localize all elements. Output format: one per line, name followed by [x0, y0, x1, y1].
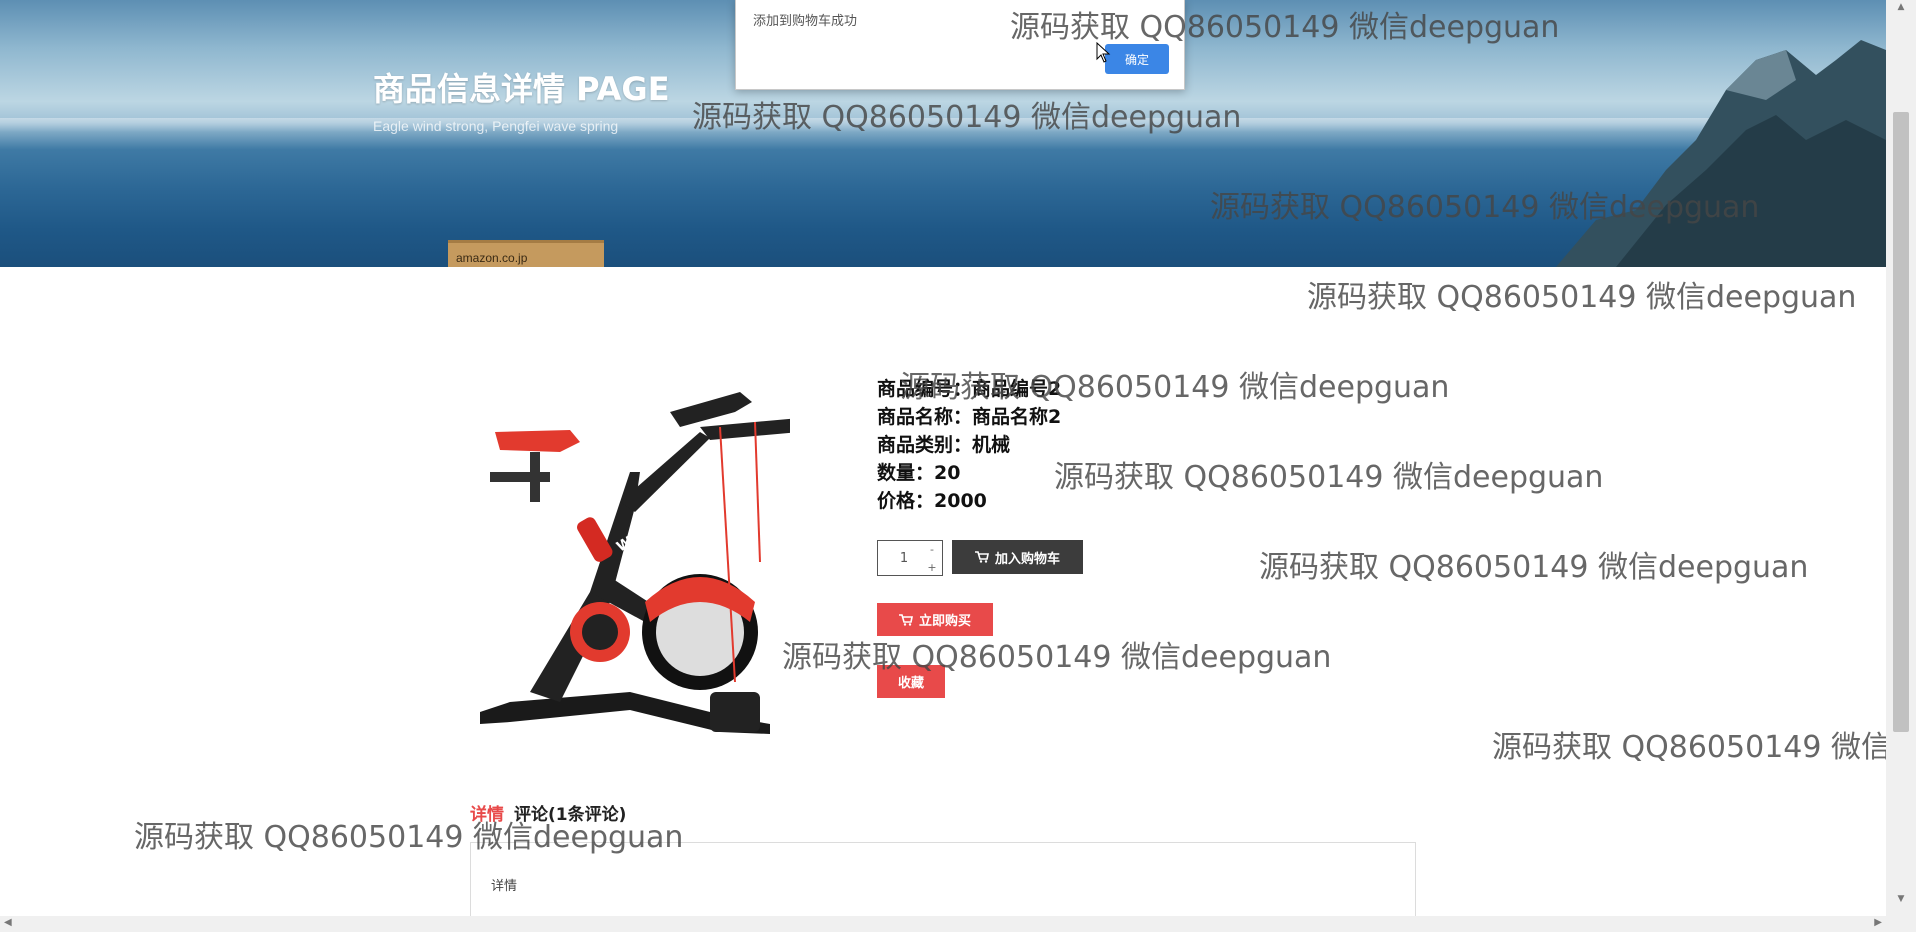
- page: amazon.co.jp 商品信息详情 PAGE Eagle wind stro…: [0, 0, 1916, 932]
- scroll-up-icon[interactable]: ▲: [1886, 2, 1916, 16]
- alert-dialog: 添加到购物车成功 确定: [735, 0, 1185, 90]
- product-image[interactable]: WNSM: [470, 372, 790, 742]
- product-info: 商品编号：商品编号2 商品名称：商品名称2 商品类别：机械 数量：20 价格：2…: [877, 375, 1061, 515]
- dialog-message: 添加到购物车成功: [753, 14, 858, 29]
- watermark-text: 源码获取 QQ86050149 微信deepguan: [1054, 460, 1604, 495]
- tab-comments[interactable]: 评论(1条评论): [514, 800, 626, 825]
- quantity-stepper: - +: [877, 540, 943, 576]
- buy-now-button[interactable]: 立即购买: [877, 603, 993, 636]
- add-to-cart-button[interactable]: 加入购物车: [952, 540, 1083, 574]
- scrollbar-thumb[interactable]: [1893, 112, 1909, 732]
- mouse-cursor-icon: [1096, 42, 1111, 63]
- page-subtitle: Eagle wind strong, Pengfei wave spring: [373, 118, 619, 134]
- favorite-button[interactable]: 收藏: [877, 665, 945, 698]
- watermark-text: 源码获取 QQ86050149 微信deepguan: [1259, 550, 1809, 585]
- scroll-left-icon[interactable]: ◀: [4, 917, 12, 928]
- product-name: 商品名称：商品名称2: [877, 406, 1062, 428]
- scroll-down-icon[interactable]: ▼: [1886, 894, 1916, 908]
- buy-now-label: 立即购买: [918, 614, 971, 629]
- vertical-scrollbar[interactable]: ▲ ▼: [1886, 0, 1916, 932]
- dialog-ok-button[interactable]: 确定: [1105, 44, 1169, 74]
- quantity-decrement[interactable]: -: [926, 543, 938, 557]
- quantity-increment[interactable]: +: [926, 561, 938, 575]
- cart-icon: [898, 613, 913, 626]
- detail-tabs: 详情 评论(1条评论): [470, 800, 626, 825]
- quantity-input[interactable]: [880, 543, 928, 573]
- cart-icon: [974, 551, 989, 563]
- product-price: 价格：2000: [877, 490, 987, 512]
- cliff-image: [1556, 40, 1886, 267]
- cardboard-box-image: amazon.co.jp: [448, 240, 604, 267]
- detail-panel-text: 详情: [491, 879, 518, 894]
- scroll-right-icon[interactable]: ▶: [1874, 917, 1882, 928]
- favorite-label: 收藏: [897, 676, 924, 691]
- watermark-text: 源码获取 QQ86050149 微信deepguan: [782, 640, 1332, 675]
- product-quantity: 数量：20: [877, 462, 961, 484]
- horizontal-scrollbar[interactable]: ◀ ▶: [0, 916, 1886, 932]
- watermark-text: 源码获取 QQ86050149 微信deepguan: [1307, 280, 1857, 315]
- tab-details[interactable]: 详情: [470, 800, 504, 825]
- product-category: 商品类别：机械: [877, 434, 1011, 456]
- page-title: 商品信息详情 PAGE: [373, 70, 670, 108]
- add-to-cart-label: 加入购物车: [994, 551, 1060, 567]
- box-label: amazon.co.jp: [456, 251, 528, 265]
- product-code: 商品编号：商品编号2: [877, 378, 1062, 400]
- watermark-text: 源码获取 QQ86050149 微信deepguan: [1492, 730, 1916, 765]
